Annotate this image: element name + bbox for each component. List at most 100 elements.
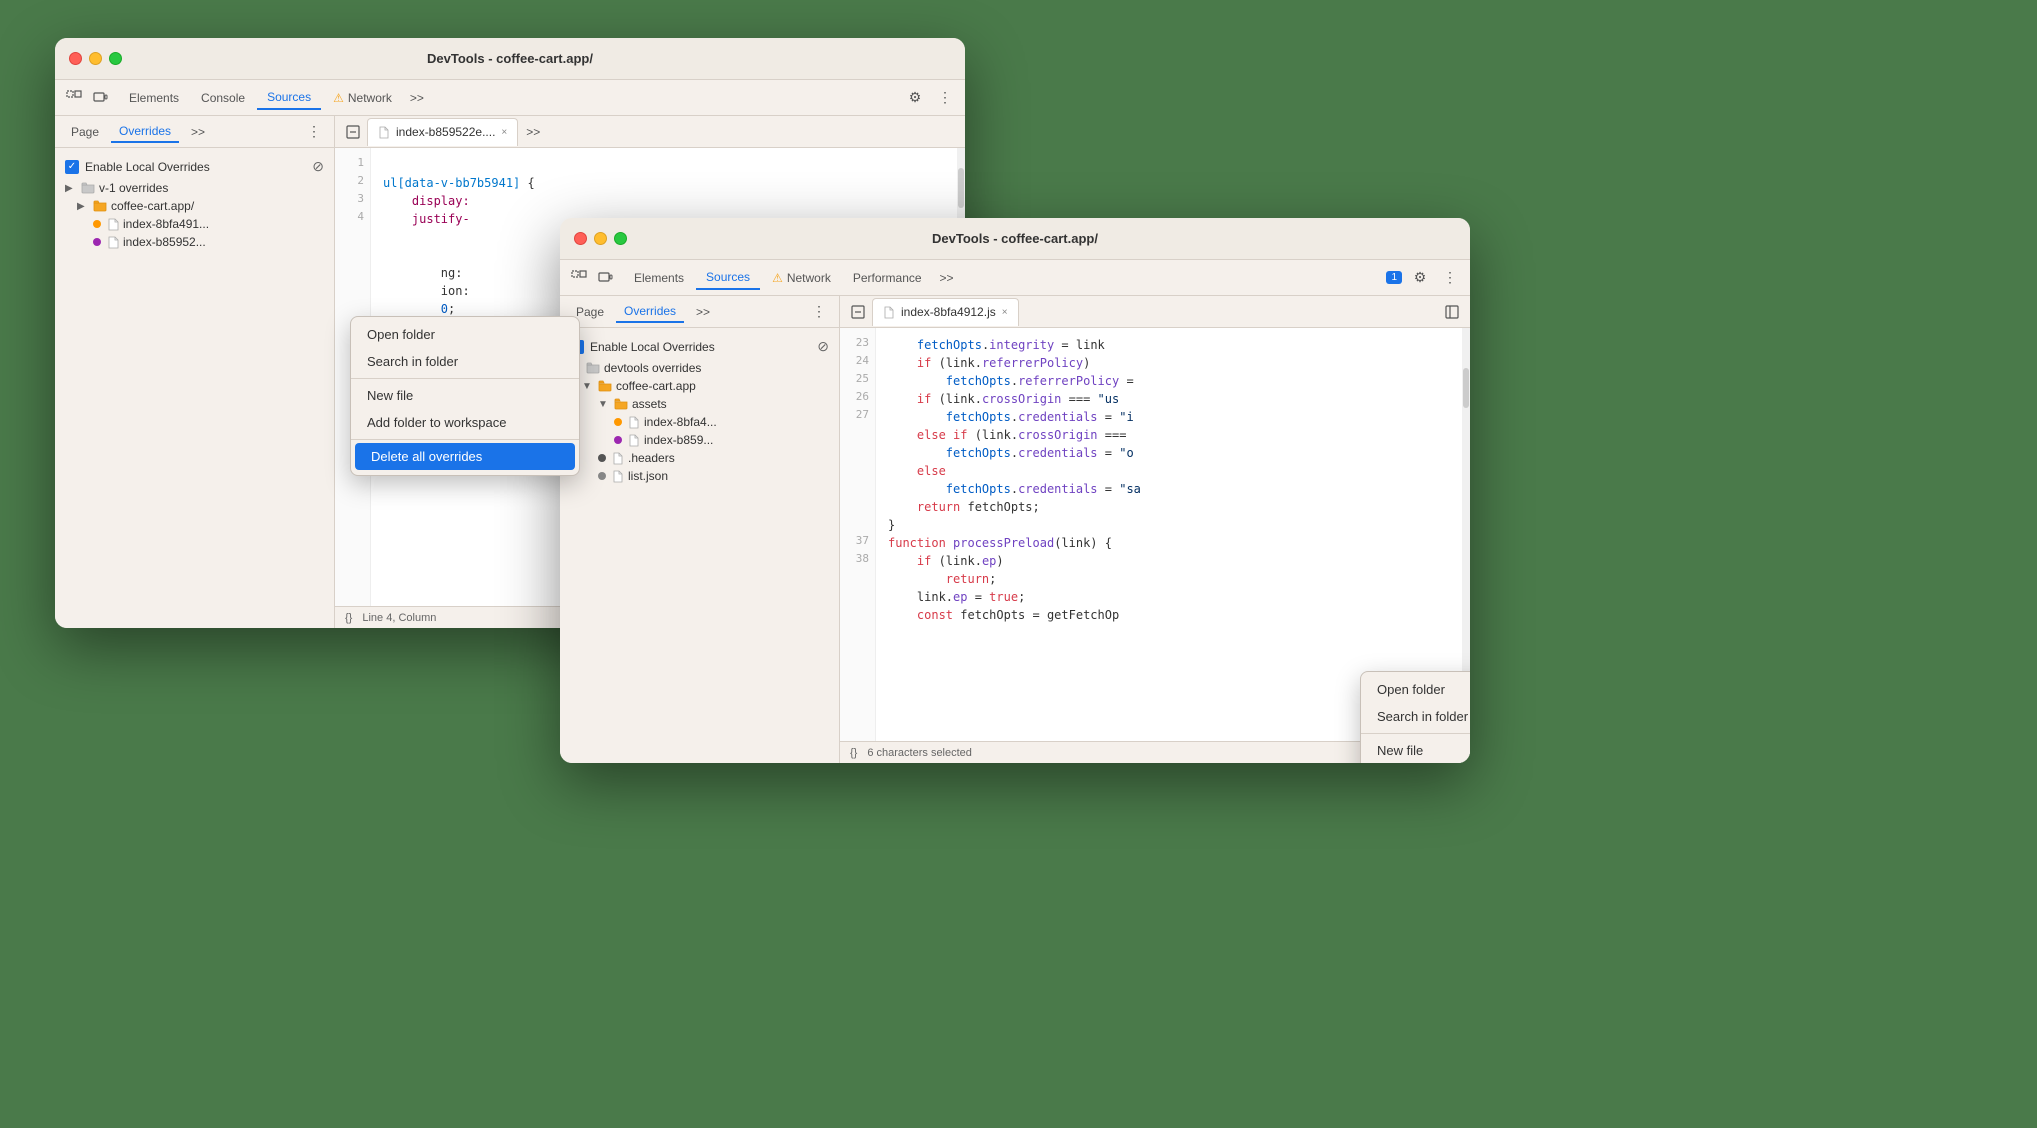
file-icon2-front xyxy=(628,434,640,447)
collapse-icon-front[interactable] xyxy=(846,300,870,324)
menu-sep1-back xyxy=(351,378,579,379)
tab-console-back[interactable]: Console xyxy=(191,87,255,109)
tab-elements-back[interactable]: Elements xyxy=(119,87,189,109)
file-icon-json-front xyxy=(612,470,624,483)
menu-item-new-file-front[interactable]: New file xyxy=(1361,737,1470,763)
editor-tab-front[interactable]: index-8bfa4912.js × xyxy=(872,298,1019,326)
inspect-icon-front[interactable] xyxy=(568,267,590,289)
tree-file1-front[interactable]: index-8bfa4... xyxy=(560,413,839,431)
enable-overrides-checkbox-back[interactable]: ✓ xyxy=(65,160,79,174)
menu-item-search-back[interactable]: Search in folder xyxy=(351,348,579,375)
file-dot-purple-back xyxy=(93,238,101,246)
titlebar-front: DevTools - coffee-cart.app/ xyxy=(560,218,1470,260)
close-button-front[interactable] xyxy=(574,232,587,245)
context-menu-back: Open folder Search in folder New file Ad… xyxy=(350,316,580,476)
traffic-lights-front xyxy=(574,232,627,245)
sidebar-more-icon-back[interactable]: ⋮ xyxy=(302,120,326,144)
file-dot-headers-front xyxy=(598,454,606,462)
tab-sources-front[interactable]: Sources xyxy=(696,266,760,290)
tab-network-back[interactable]: ⚠ Network xyxy=(323,87,402,109)
curly-icon-front: {} xyxy=(850,747,857,759)
context-menu-front: Open folder Search in folder New file De… xyxy=(1360,671,1470,763)
block-icon-front[interactable]: ⊘ xyxy=(817,338,829,355)
sidebar-tab-more-back[interactable]: >> xyxy=(183,122,213,142)
devtools-window-front: DevTools - coffee-cart.app/ Elements Sou… xyxy=(560,218,1470,763)
tree-headers-label-front: .headers xyxy=(628,451,675,465)
menu-item-delete-all-back[interactable]: Delete all overrides xyxy=(355,443,575,470)
maximize-button-back[interactable] xyxy=(109,52,122,65)
tree-file1-label-back: index-8bfa491... xyxy=(123,217,209,231)
tab-sources-back[interactable]: Sources xyxy=(257,86,321,110)
gear-icon-back[interactable]: ⚙ xyxy=(903,86,927,110)
traffic-lights-back xyxy=(69,52,122,65)
editor-tab-back[interactable]: index-b859522e.... × xyxy=(367,118,518,146)
block-icon-back[interactable]: ⊘ xyxy=(312,158,324,175)
status-text-back: Line 4, Column xyxy=(362,612,436,624)
sidebar-front: Page Overrides >> ⋮ ✓ Enable Local Overr… xyxy=(560,296,840,763)
sidebar-tab-page-back[interactable]: Page xyxy=(63,122,107,142)
menu-item-search-front[interactable]: Search in folder xyxy=(1361,703,1470,730)
editor-tab-file-icon-front xyxy=(883,306,895,319)
editor-expand-icon-front[interactable] xyxy=(1440,300,1464,324)
sidebar-more-icon-front[interactable]: ⋮ xyxy=(807,300,831,324)
tree-child-label-front: coffee-cart.app xyxy=(616,379,696,393)
file-icon-headers-front xyxy=(612,452,624,465)
tree-file2-back[interactable]: index-b85952... xyxy=(55,233,334,251)
window-title-front: DevTools - coffee-cart.app/ xyxy=(932,231,1098,246)
message-badge-front[interactable]: 1 xyxy=(1386,271,1402,284)
sidebar-content-back: ✓ Enable Local Overrides ⊘ ▶ v-1 overrid… xyxy=(55,148,334,628)
file-dot-json-front xyxy=(598,472,606,480)
tab-performance-front[interactable]: Performance xyxy=(843,267,932,289)
tree-file2-front[interactable]: index-b859... xyxy=(560,431,839,449)
menu-item-open-folder-front[interactable]: Open folder xyxy=(1361,676,1470,703)
code-line-back xyxy=(383,156,945,174)
tree-arrow-assets-front: ▼ xyxy=(598,399,610,410)
more-tabs-back[interactable]: >> xyxy=(404,87,430,109)
tree-arrow-child-front: ▼ xyxy=(582,381,594,392)
network-warning-icon-front: ⚠ xyxy=(772,271,783,285)
maximize-button-front[interactable] xyxy=(614,232,627,245)
tabbar-back: Elements Console Sources ⚠ Network >> ⚙ … xyxy=(55,80,965,116)
more-icon-back[interactable]: ⋮ xyxy=(933,86,957,110)
menu-item-open-folder-back[interactable]: Open folder xyxy=(351,321,579,348)
tab-network-front[interactable]: ⚠ Network xyxy=(762,267,841,289)
tree-file1-back[interactable]: index-8bfa491... xyxy=(55,215,334,233)
tree-child-back[interactable]: ▶ coffee-cart.app/ xyxy=(55,197,334,215)
minimize-button-back[interactable] xyxy=(89,52,102,65)
editor-tab-label-front: index-8bfa4912.js xyxy=(901,305,996,319)
editor-tab-close-front[interactable]: × xyxy=(1002,307,1008,318)
editor-tab-file-icon-back xyxy=(378,126,390,139)
minimize-button-front[interactable] xyxy=(594,232,607,245)
more-tabs-front[interactable]: >> xyxy=(934,267,960,289)
overrides-header-front: ✓ Enable Local Overrides ⊘ xyxy=(560,334,839,359)
tree-root-back[interactable]: ▶ v-1 overrides xyxy=(55,179,334,197)
tree-headers-front[interactable]: .headers xyxy=(560,449,839,467)
tree-child-front[interactable]: ▼ coffee-cart.app xyxy=(560,377,839,395)
device-icon-back[interactable] xyxy=(89,87,111,109)
editor-more-tabs-back[interactable]: >> xyxy=(520,121,546,143)
tab-right-actions-back: ⚙ ⋮ xyxy=(903,86,957,110)
tree-root-label-back: v-1 overrides xyxy=(99,181,168,195)
network-warning-icon-back: ⚠ xyxy=(333,91,344,105)
editor-tab-label-back: index-b859522e.... xyxy=(396,125,495,139)
overrides-header-back: ✓ Enable Local Overrides ⊘ xyxy=(55,154,334,179)
collapse-icon-back[interactable] xyxy=(341,120,365,144)
sidebar-tab-overrides-back[interactable]: Overrides xyxy=(111,121,179,143)
status-left-front: 6 characters selected xyxy=(867,747,972,759)
sidebar-tab-more-front[interactable]: >> xyxy=(688,302,718,322)
menu-item-new-file-back[interactable]: New file xyxy=(351,382,579,409)
tree-root-front[interactable]: ▶ devtools overrides xyxy=(560,359,839,377)
tree-listjson-front[interactable]: list.json xyxy=(560,467,839,485)
menu-item-add-folder-back[interactable]: Add folder to workspace xyxy=(351,409,579,436)
file-icon2-back xyxy=(107,236,119,249)
sidebar-tab-overrides-front[interactable]: Overrides xyxy=(616,301,684,323)
more-icon-front[interactable]: ⋮ xyxy=(1438,266,1462,290)
inspect-icon-back[interactable] xyxy=(63,87,85,109)
editor-tab-close-back[interactable]: × xyxy=(501,127,507,138)
tab-elements-front[interactable]: Elements xyxy=(624,267,694,289)
device-icon-front[interactable] xyxy=(594,267,616,289)
sidebar-back: Page Overrides >> ⋮ ✓ Enable Local Overr… xyxy=(55,116,335,628)
close-button-back[interactable] xyxy=(69,52,82,65)
gear-icon-front[interactable]: ⚙ xyxy=(1408,266,1432,290)
tree-assets-front[interactable]: ▼ assets xyxy=(560,395,839,413)
